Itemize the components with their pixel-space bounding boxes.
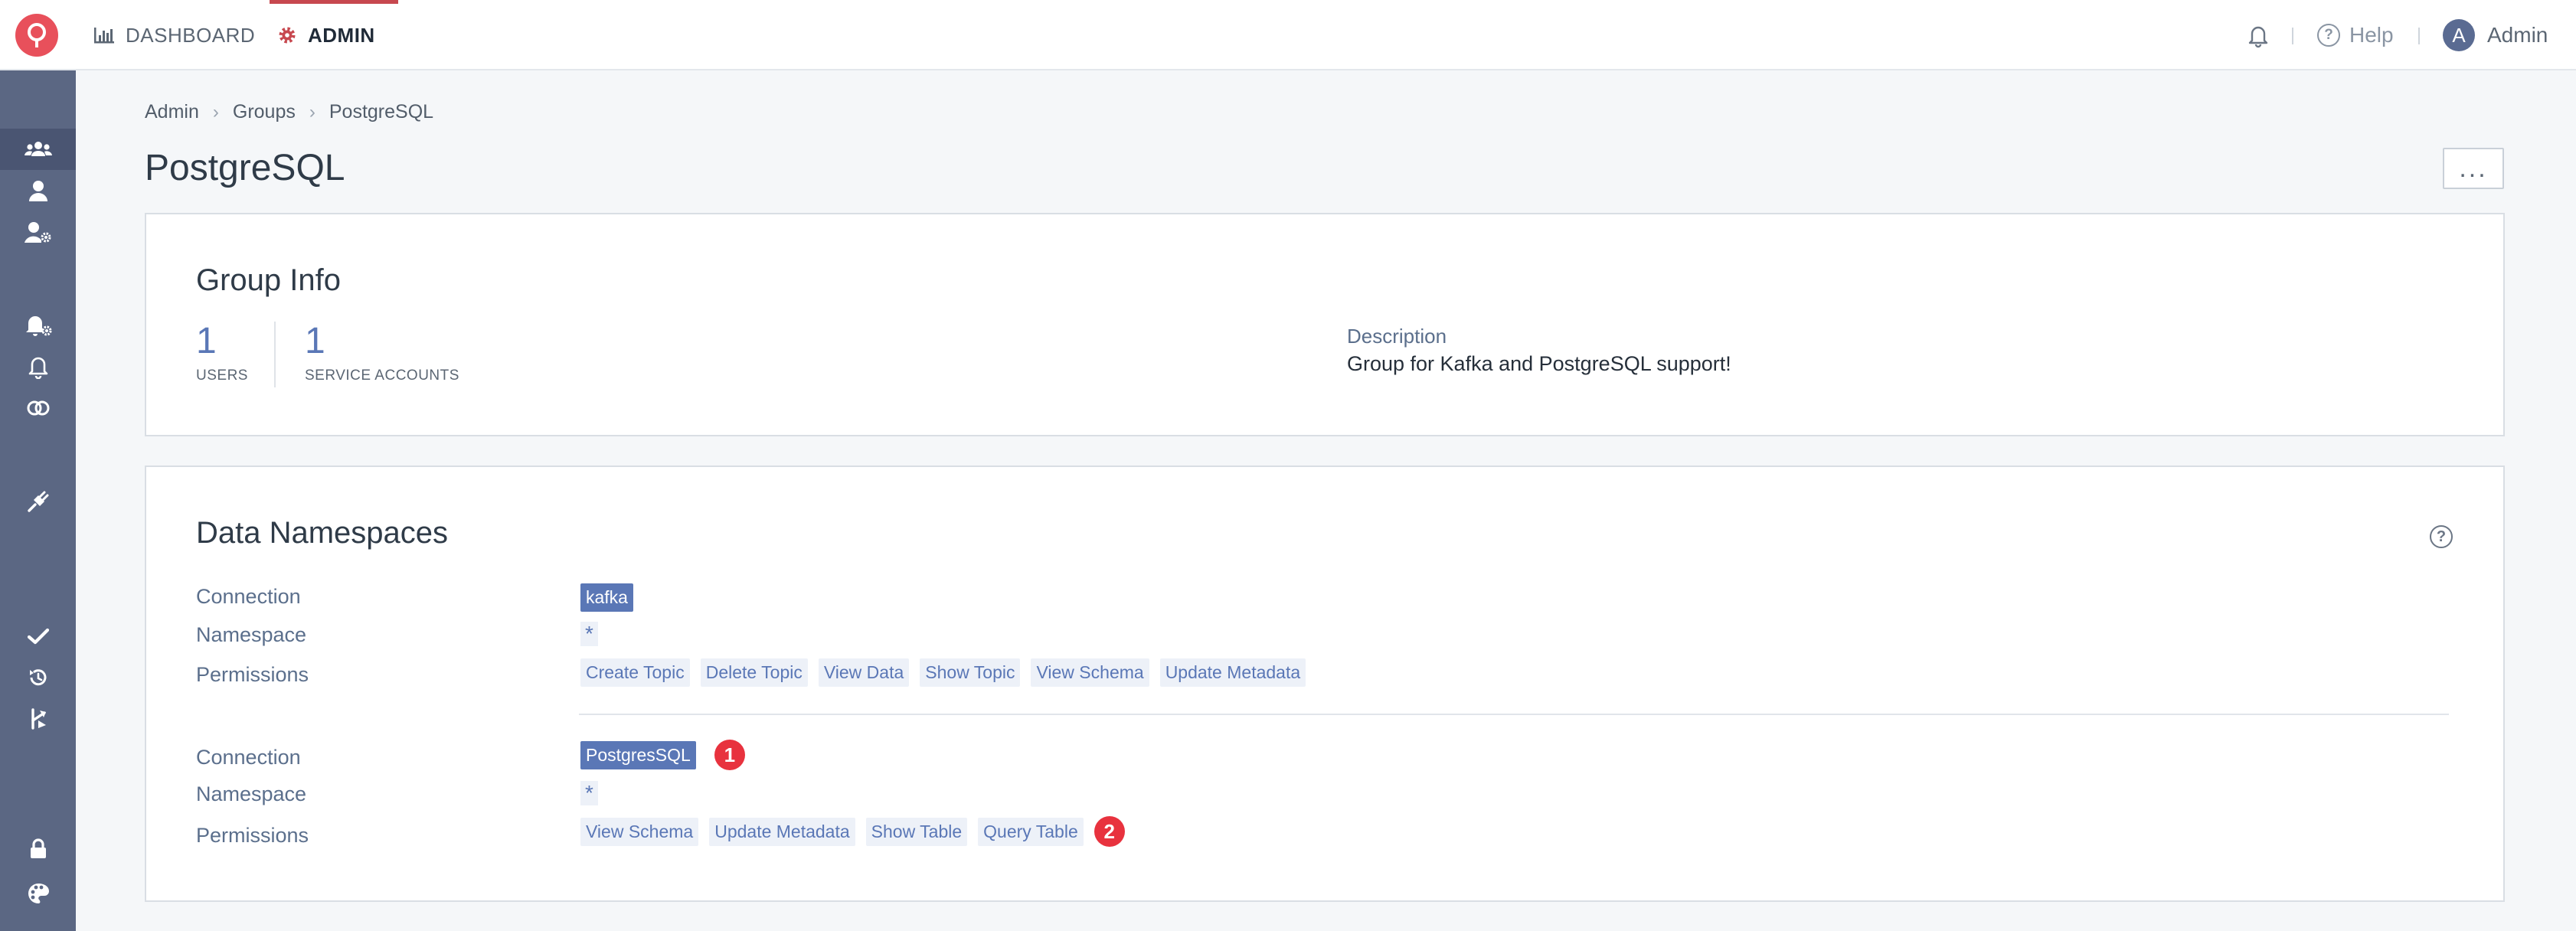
tab-dashboard-label: DASHBOARD bbox=[126, 23, 256, 47]
permission-chip: Show Table bbox=[865, 817, 968, 846]
description-value: Group for Kafka and PostgreSQL support! bbox=[1347, 352, 1731, 375]
permission-chip: View Schema bbox=[580, 817, 699, 846]
notifications-button[interactable] bbox=[2245, 0, 2271, 70]
bell-icon bbox=[2248, 26, 2268, 48]
connection-chip[interactable]: PostgresSQL bbox=[580, 740, 696, 769]
groups-icon bbox=[24, 142, 52, 156]
permissions-list: View Schema Update Metadata Show Table Q… bbox=[580, 816, 1125, 847]
permissions-label: Permissions bbox=[196, 663, 309, 686]
sidebar-item-alerts[interactable] bbox=[0, 346, 76, 387]
namespace-label: Namespace bbox=[196, 782, 307, 805]
breadcrumb-admin[interactable]: Admin bbox=[145, 101, 199, 123]
namespace-wildcard: * bbox=[580, 622, 598, 646]
history-icon bbox=[29, 669, 46, 686]
sidebar-item-deployments[interactable] bbox=[0, 698, 76, 740]
permissions-list: Create Topic Delete Topic View Data Show… bbox=[580, 658, 1316, 687]
entry-divider bbox=[579, 714, 2449, 715]
sidebar-item-groups[interactable] bbox=[0, 129, 76, 170]
permission-chip: Update Metadata bbox=[1159, 658, 1306, 687]
tab-admin[interactable]: ADMIN bbox=[270, 0, 398, 70]
connection-chip[interactable]: kafka bbox=[580, 583, 633, 612]
divider bbox=[2418, 28, 2420, 44]
permission-chip: Update Metadata bbox=[709, 817, 855, 846]
permission-chip: Show Topic bbox=[920, 658, 1021, 687]
sidebar bbox=[0, 70, 76, 931]
connections-icon bbox=[27, 400, 49, 416]
avatar: A bbox=[2443, 19, 2475, 51]
permission-chip: Delete Topic bbox=[700, 658, 808, 687]
namespace-wildcard: * bbox=[580, 781, 598, 805]
service-accounts-count[interactable]: 1 bbox=[305, 320, 325, 362]
connection-label: Connection bbox=[196, 746, 301, 769]
permission-chip: Query Table bbox=[978, 817, 1084, 846]
breadcrumb: Admin › Groups › PostgreSQL bbox=[145, 101, 433, 123]
help-link[interactable]: ? Help bbox=[2317, 0, 2394, 70]
check-icon bbox=[27, 628, 49, 645]
group-info-panel: Group Info 1 USERS 1 SERVICE ACCOUNTS De… bbox=[145, 213, 2505, 436]
namespace-value: * bbox=[580, 781, 598, 805]
group-info-heading: Group Info bbox=[196, 263, 342, 297]
users-count[interactable]: 1 bbox=[196, 320, 217, 362]
sidebar-item-connections[interactable] bbox=[0, 387, 76, 429]
more-horizontal-icon: ... bbox=[2459, 153, 2488, 183]
help-label: Help bbox=[2349, 23, 2394, 47]
bell-icon bbox=[28, 357, 47, 379]
description-label: Description bbox=[1347, 325, 1447, 348]
app-logo[interactable] bbox=[15, 14, 58, 57]
connection-value: kafka bbox=[580, 583, 644, 612]
bar-chart-icon bbox=[94, 28, 114, 44]
top-bar: DASHBOARD ADMIN ? Help A Admin bbox=[0, 0, 2576, 70]
sidebar-item-users[interactable] bbox=[0, 170, 76, 211]
question-icon: ? bbox=[2317, 24, 2340, 47]
more-actions-button[interactable]: ... bbox=[2443, 148, 2504, 189]
tab-admin-label: ADMIN bbox=[308, 23, 375, 47]
sidebar-item-alert-settings[interactable] bbox=[0, 305, 76, 346]
deploy-icon bbox=[31, 708, 46, 730]
user-icon bbox=[28, 181, 47, 201]
user-name: Admin bbox=[2487, 23, 2548, 47]
data-namespaces-heading: Data Namespaces bbox=[196, 516, 449, 550]
stat-divider bbox=[274, 322, 276, 387]
namespace-label: Namespace bbox=[196, 623, 307, 646]
data-namespaces-panel: Data Namespaces ? Connection kafka Names… bbox=[145, 466, 2505, 902]
lock-icon bbox=[30, 838, 46, 858]
annotation-badge: 1 bbox=[714, 740, 745, 770]
user-menu[interactable]: A Admin bbox=[2443, 0, 2548, 70]
sidebar-item-integrations[interactable] bbox=[0, 481, 76, 522]
permission-chip: View Schema bbox=[1031, 658, 1149, 687]
sidebar-item-service-accounts[interactable] bbox=[0, 211, 76, 253]
breadcrumb-groups[interactable]: Groups bbox=[233, 101, 296, 123]
alert-settings-icon bbox=[25, 316, 51, 336]
namespace-value: * bbox=[580, 622, 598, 646]
connection-value: PostgresSQL 1 bbox=[580, 740, 745, 770]
help-circle-icon[interactable]: ? bbox=[2430, 525, 2453, 548]
permission-chip: View Data bbox=[818, 658, 910, 687]
sidebar-item-audit[interactable] bbox=[0, 657, 76, 698]
connection-label: Connection bbox=[196, 585, 301, 608]
permissions-label: Permissions bbox=[196, 824, 309, 847]
plug-icon bbox=[27, 491, 48, 512]
service-accounts-label: SERVICE ACCOUNTS bbox=[305, 368, 459, 384]
chevron-right-icon: › bbox=[212, 101, 219, 122]
user-settings-icon bbox=[24, 222, 51, 243]
permission-chip: Create Topic bbox=[580, 658, 690, 687]
chevron-right-icon: › bbox=[309, 101, 315, 122]
gear-icon bbox=[279, 27, 296, 44]
divider bbox=[2292, 28, 2293, 44]
page-title: PostgreSQL bbox=[145, 148, 345, 188]
sidebar-item-security[interactable] bbox=[0, 828, 76, 870]
users-label: USERS bbox=[196, 368, 248, 384]
tab-dashboard[interactable]: DASHBOARD bbox=[93, 0, 255, 70]
breadcrumb-current: PostgreSQL bbox=[329, 101, 434, 122]
palette-icon bbox=[28, 884, 49, 903]
annotation-badge: 2 bbox=[1093, 816, 1125, 847]
sidebar-item-approvals[interactable] bbox=[0, 616, 76, 657]
pin-icon bbox=[28, 23, 46, 47]
sidebar-item-theme[interactable] bbox=[0, 873, 76, 914]
